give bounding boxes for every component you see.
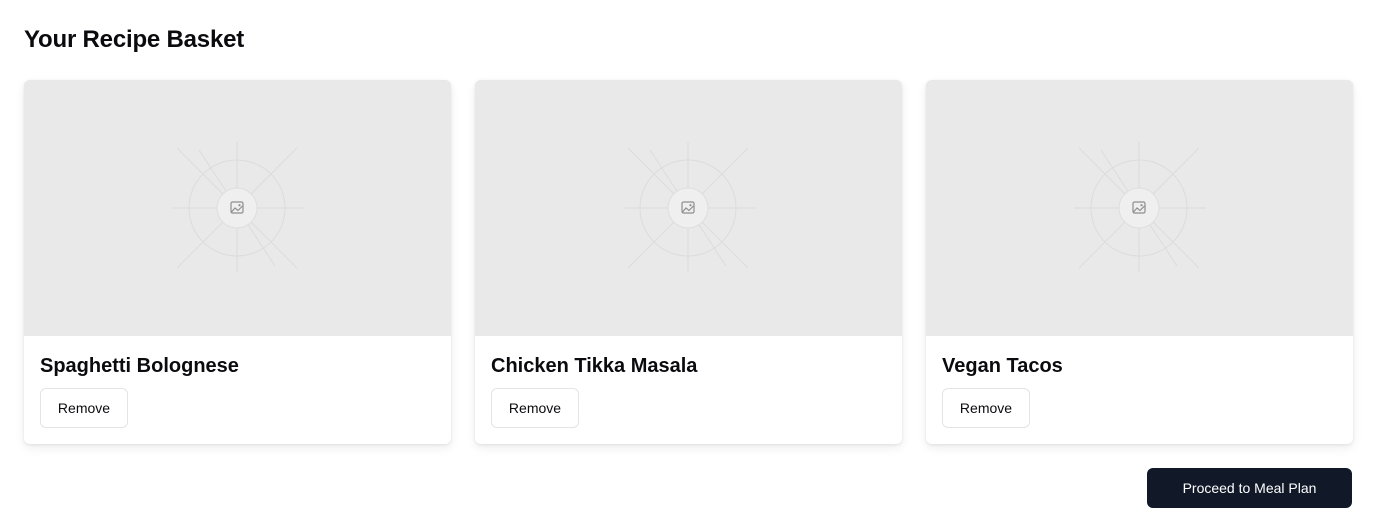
recipe-title: Spaghetti Bolognese: [40, 355, 239, 377]
recipe-card-body: Vegan Tacos Remove: [926, 336, 1353, 444]
recipe-card-body: Spaghetti Bolognese Remove: [24, 336, 451, 444]
recipe-card: Chicken Tikka Masala Remove: [475, 80, 902, 444]
recipe-image-placeholder: [475, 80, 902, 336]
recipe-title: Vegan Tacos: [942, 355, 1063, 377]
remove-button[interactable]: Remove: [491, 388, 579, 428]
page-title: Your Recipe Basket: [24, 26, 245, 53]
remove-button[interactable]: Remove: [40, 388, 128, 428]
recipe-card-body: Chicken Tikka Masala Remove: [475, 336, 902, 444]
recipe-image-placeholder: [926, 80, 1353, 336]
recipe-card-list: Spaghetti Bolognese Remove Chicken Tikka…: [24, 80, 1353, 444]
proceed-to-meal-plan-button[interactable]: Proceed to Meal Plan: [1147, 468, 1352, 508]
recipe-card: Spaghetti Bolognese Remove: [24, 80, 451, 444]
recipe-card: Vegan Tacos Remove: [926, 80, 1353, 444]
recipe-basket-page: Your Recipe Basket Spaghetti Bolognese R…: [0, 0, 1376, 532]
image-placeholder-icon: [216, 187, 258, 229]
image-placeholder-icon: [667, 187, 709, 229]
remove-button[interactable]: Remove: [942, 388, 1030, 428]
image-placeholder-icon: [1118, 187, 1160, 229]
recipe-image-placeholder: [24, 80, 451, 336]
recipe-title: Chicken Tikka Masala: [491, 355, 698, 377]
